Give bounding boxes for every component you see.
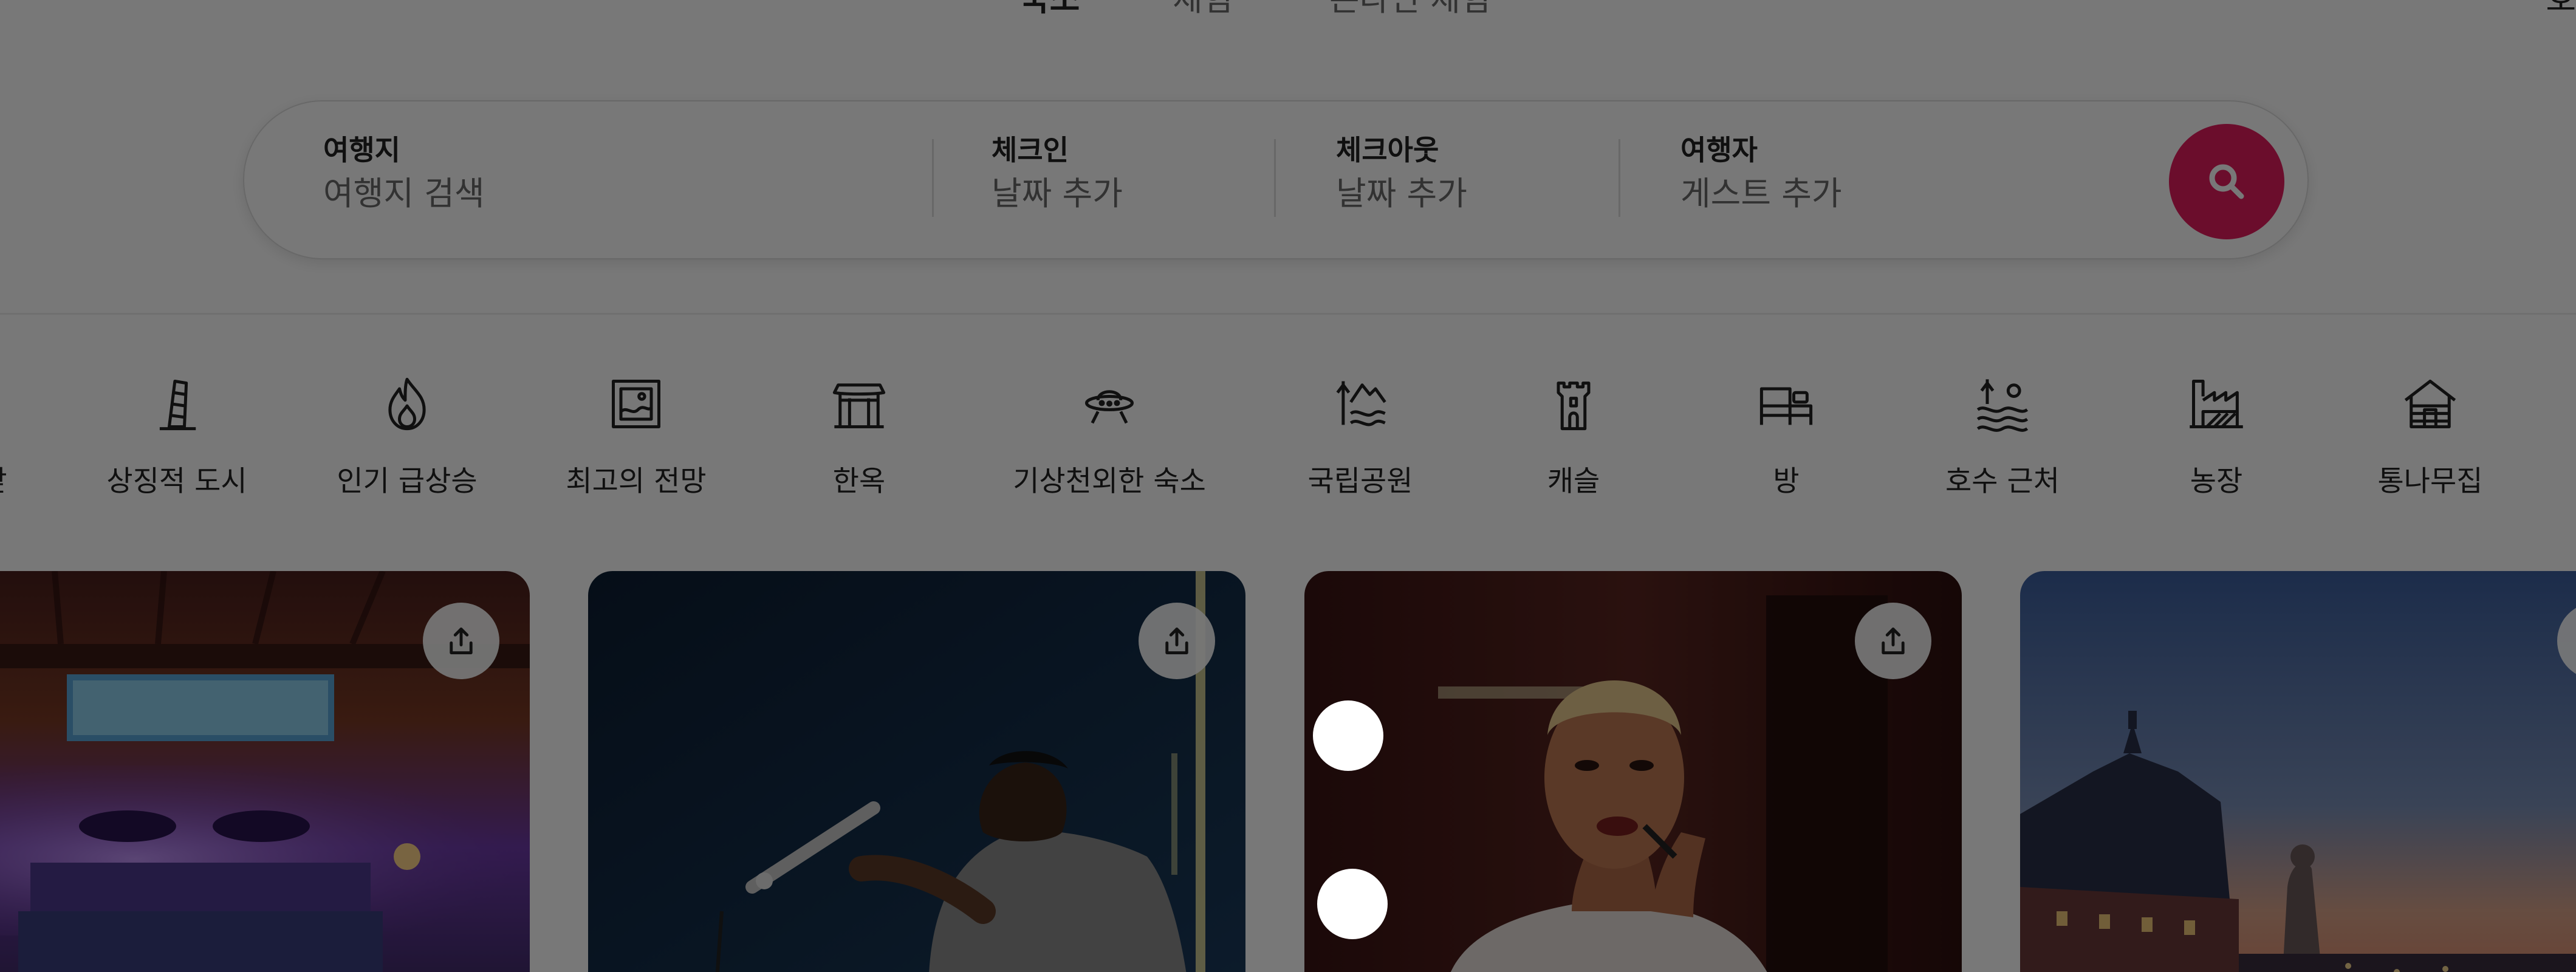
- listing-card[interactable]: [588, 571, 1245, 972]
- category-farms[interactable]: 농장: [2107, 374, 2326, 499]
- category-label: 캐슬: [1547, 465, 1600, 498]
- search-button[interactable]: [2169, 124, 2284, 239]
- host-link[interactable]: 호: [2546, 0, 2576, 20]
- listing-card[interactable]: [1304, 571, 1962, 972]
- cabin-icon: [2404, 380, 2456, 428]
- category-label: 방: [1773, 465, 1800, 498]
- checkout-value[interactable]: 날짜 추가: [1336, 173, 1467, 214]
- field-divider: [1274, 139, 1276, 217]
- category-label: 인기 급상승: [337, 465, 478, 498]
- listing-card[interactable]: [0, 571, 530, 972]
- lake-icon: [1976, 379, 2029, 432]
- page: 숙소 체험 온라인 체험 호 여행지 여행지 검색 체크인 날짜 추가 체크아웃…: [0, 0, 2576, 972]
- ufo-icon: [1085, 390, 1134, 424]
- category-label: 최고의 전망: [566, 465, 707, 498]
- category-best-views[interactable]: 최고의 전망: [527, 374, 745, 499]
- search-icon: [2209, 164, 2244, 199]
- field-divider: [1619, 139, 1620, 217]
- category-lakefront[interactable]: 호수 근처: [1893, 374, 2112, 499]
- category-label: 농장: [2190, 465, 2243, 498]
- hanok-icon: [832, 383, 886, 428]
- category-iconic-cities[interactable]: 상징적 도시: [67, 374, 286, 499]
- checkin-label: 체크인: [992, 134, 1069, 166]
- mountain-park-icon: [1336, 381, 1386, 426]
- view-frame-icon: [612, 380, 660, 428]
- destination-field[interactable]: 여행지 여행지 검색: [323, 132, 485, 214]
- category-omg[interactable]: 기상천외한 숙소: [1000, 374, 1219, 499]
- guests-field[interactable]: 여행자 게스트 추가: [1680, 132, 1842, 214]
- share-icon: [1165, 628, 1188, 654]
- castle-icon: [1557, 382, 1591, 431]
- bed-room-icon: [1759, 387, 1813, 425]
- category-label: 국립공원: [1307, 465, 1413, 498]
- checkout-field[interactable]: 체크아웃 날짜 추가: [1336, 132, 1467, 214]
- checkin-field[interactable]: 체크인 날짜 추가: [992, 132, 1123, 214]
- leaning-tower-icon: [159, 380, 196, 431]
- search-bar: 여행지 여행지 검색 체크인 날짜 추가 체크아웃 날짜 추가 여행자 게스트 …: [243, 100, 2309, 259]
- header-divider: [0, 313, 2576, 315]
- share-icon: [450, 628, 473, 654]
- guests-value[interactable]: 게스트 추가: [1680, 173, 1842, 214]
- category-rooms[interactable]: 방: [1677, 374, 1896, 499]
- checkout-label: 체크아웃: [1336, 134, 1439, 166]
- farm-icon: [2190, 380, 2243, 428]
- field-divider: [932, 139, 934, 217]
- listing-card[interactable]: [2020, 571, 2576, 972]
- tab-online-experiences[interactable]: 온라인 체험: [1329, 0, 1491, 20]
- category-cabins[interactable]: 통나무집: [2321, 374, 2540, 499]
- category-castles[interactable]: 캐슬: [1464, 374, 1683, 499]
- category-label: 호수 근처: [1945, 465, 2060, 498]
- share-icon: [1882, 628, 1905, 654]
- partial-icon: [0, 374, 24, 434]
- category-label: 통나무집: [2377, 465, 2483, 498]
- category-label: 기상천외한 숙소: [1013, 465, 1206, 498]
- share-button[interactable]: [1139, 603, 1215, 679]
- tab-stays[interactable]: 숙소: [1019, 0, 1080, 20]
- share-button[interactable]: [423, 603, 499, 679]
- listing-photo: [2020, 571, 2576, 972]
- destination-input[interactable]: 여행지 검색: [323, 173, 485, 214]
- flame-icon: [388, 377, 426, 431]
- tab-experiences[interactable]: 체험: [1173, 0, 1233, 20]
- category-trending[interactable]: 인기 급상승: [298, 374, 516, 499]
- radio-dot[interactable]: [1317, 869, 1388, 939]
- guests-label: 여행자: [1680, 134, 1758, 166]
- destination-label: 여행지: [323, 134, 400, 166]
- share-button[interactable]: [1855, 603, 1931, 679]
- category-label: 상징적 도시: [106, 465, 247, 498]
- category-label: 한옥: [832, 465, 886, 498]
- radio-dot[interactable]: [1313, 700, 1383, 771]
- category-hanok[interactable]: 한옥: [750, 374, 968, 499]
- checkin-value[interactable]: 날짜 추가: [992, 173, 1123, 214]
- category-national-parks[interactable]: 국립공원: [1251, 374, 1470, 499]
